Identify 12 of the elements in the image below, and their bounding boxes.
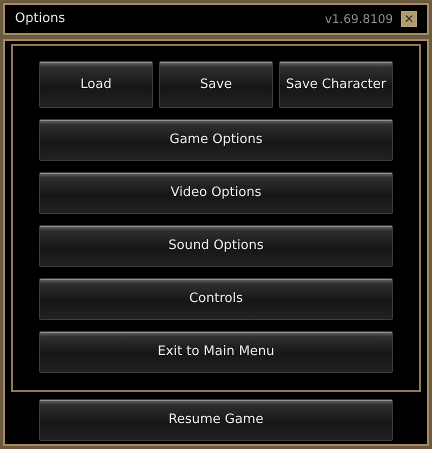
menu-button[interactable]: Save xyxy=(159,61,273,108)
window-title: Options xyxy=(15,10,66,28)
menu-button[interactable]: Save Character xyxy=(279,61,393,108)
menu-button[interactable]: Sound Options xyxy=(39,225,393,267)
menu-button[interactable]: Game Options xyxy=(39,119,393,161)
menu-button[interactable]: Video Options xyxy=(39,172,393,214)
menu-button[interactable]: Exit to Main Menu xyxy=(39,331,393,373)
resume-button[interactable]: Resume Game xyxy=(39,399,393,441)
menu-button[interactable]: Controls xyxy=(39,278,393,320)
version-label: v1.69.8109 xyxy=(324,11,393,28)
close-button[interactable]: ✕ xyxy=(401,11,417,27)
menu-button[interactable]: Load xyxy=(39,61,153,108)
